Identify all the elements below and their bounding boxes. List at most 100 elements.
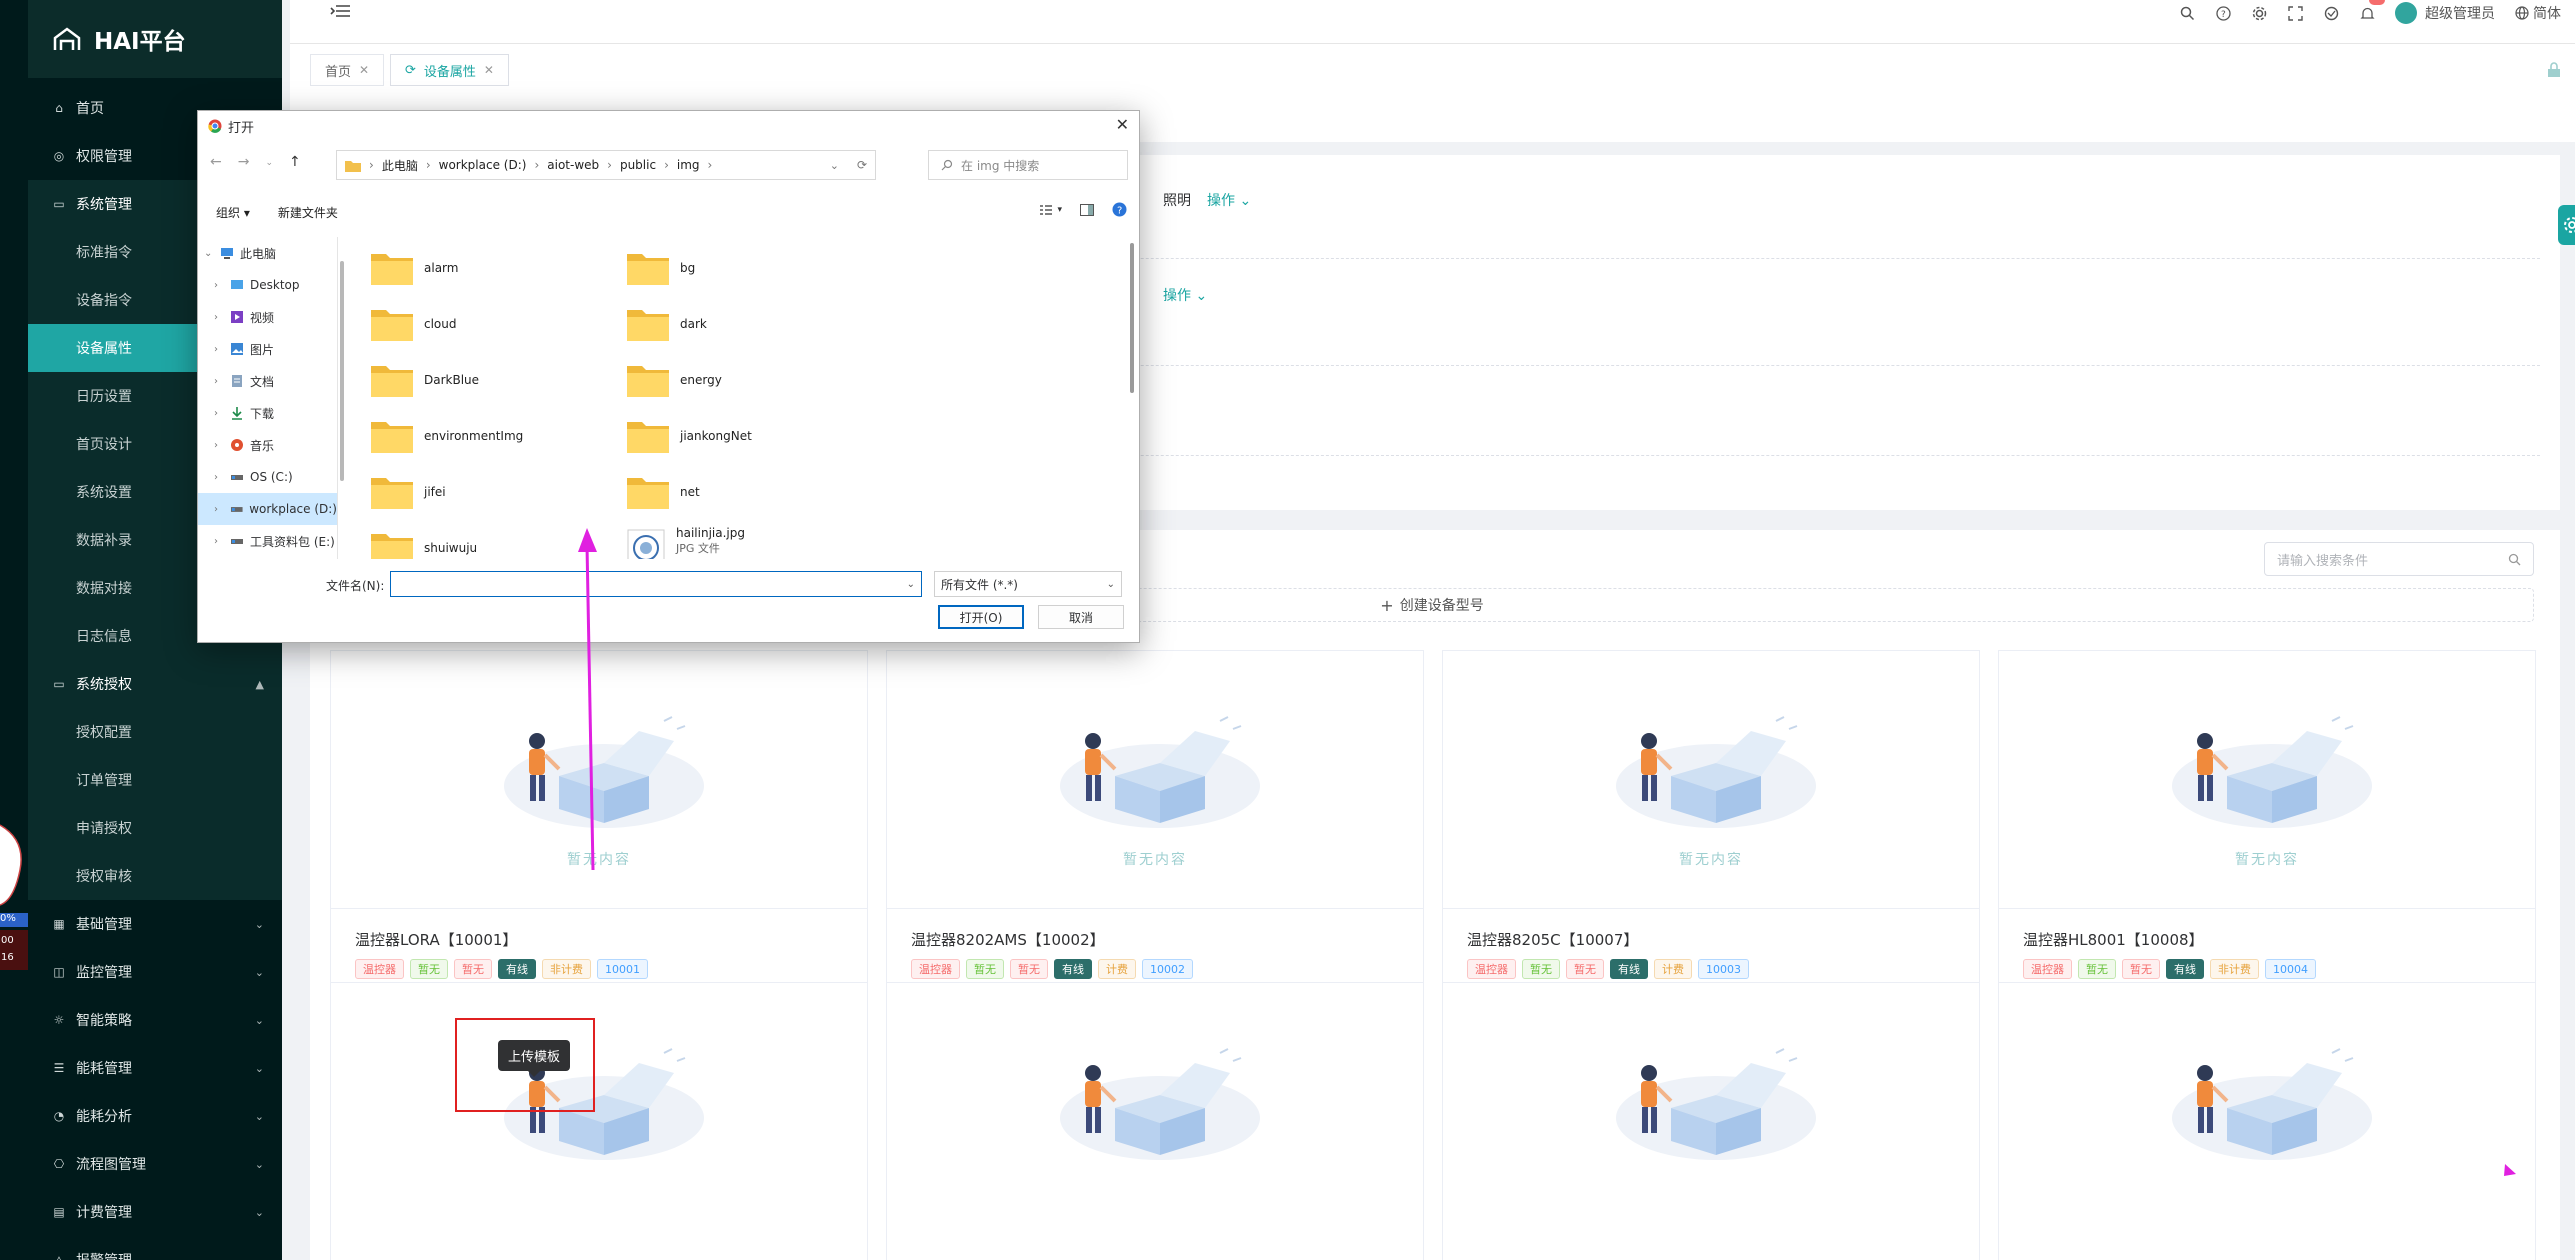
chevron-right-icon[interactable]: › [214, 312, 224, 323]
settings-icon[interactable] [2251, 5, 2267, 21]
tree-item[interactable]: › 视频 [198, 301, 337, 333]
path-breadcrumb[interactable]: › 此电脑 › workplace (D:) › aiot-web › public › img ›… [336, 150, 876, 180]
folder-search-input[interactable]: 在 img 中搜索 [928, 150, 1128, 180]
breadcrumb-item[interactable]: 此电脑 [382, 157, 418, 174]
search-icon[interactable] [2508, 553, 2521, 566]
chevron-down-icon: ⌄ [1106, 578, 1115, 590]
device-model-card[interactable] [1998, 982, 2536, 1260]
breadcrumb-separator: › [664, 158, 669, 172]
bell-icon[interactable] [2359, 0, 2385, 21]
search-icon[interactable] [2179, 5, 2195, 21]
tree-item[interactable]: › workplace (D:) [198, 493, 337, 525]
file-item[interactable]: dark [626, 303, 707, 345]
chevron-right-icon[interactable]: › [214, 536, 224, 547]
tree-item[interactable]: › 文档 [198, 365, 337, 397]
chevron-right-icon[interactable]: › [214, 504, 224, 515]
sidebar-item[interactable]: ☰ 能耗管理 ⌄ [28, 1044, 282, 1092]
file-item[interactable]: DarkBlue [370, 359, 479, 401]
sidebar-item[interactable]: ☼ 智能策略 ⌄ [28, 996, 282, 1044]
organize-menu[interactable]: 组织 ▾ [216, 204, 250, 221]
chevron-right-icon[interactable]: › [214, 472, 224, 483]
tree-item[interactable]: › OS (C:) [198, 461, 337, 493]
chevron-right-icon[interactable]: › [214, 344, 224, 355]
close-icon[interactable]: ✕ [484, 63, 494, 77]
operation-dropdown-2[interactable]: 操作 ⌄ [1163, 285, 1207, 305]
gear-icon[interactable] [2558, 205, 2575, 245]
file-item[interactable]: net [626, 471, 700, 513]
breadcrumb-item[interactable]: workplace (D:) [439, 158, 527, 172]
breadcrumb-item[interactable]: aiot-web [547, 158, 599, 172]
view-options-icon[interactable]: ▾ [1039, 204, 1062, 216]
sidebar-item[interactable]: ◫ 监控管理 ⌄ [28, 948, 282, 996]
operation-dropdown[interactable]: 操作 ⌄ [1207, 190, 1251, 210]
tree-item[interactable]: › 音乐 [198, 429, 337, 461]
app-logo[interactable]: HAI平台 [28, 0, 282, 78]
cancel-button[interactable]: 取消 [1038, 605, 1124, 629]
refresh-icon[interactable]: ⟳ [857, 158, 867, 172]
file-item[interactable]: shuiwuju [370, 527, 477, 559]
file-item[interactable]: jiankongNet [626, 415, 752, 457]
open-button[interactable]: 打开(O) [938, 605, 1024, 629]
chevron-right-icon[interactable]: › [214, 376, 224, 387]
file-item[interactable]: alarm [370, 247, 458, 289]
tree-scrollbar[interactable] [340, 261, 344, 481]
sidebar-item[interactable]: ⎔ 流程图管理 ⌄ [28, 1140, 282, 1188]
sidebar-item[interactable]: 授权审核 [28, 852, 282, 900]
sidebar-item[interactable]: 申请授权 [28, 804, 282, 852]
sidebar-item[interactable]: ◔ 能耗分析 ⌄ [28, 1092, 282, 1140]
file-name: jifei [424, 485, 446, 499]
file-item[interactable]: hailinjia.jpgJPG 文件40.0 KB [626, 526, 745, 559]
breadcrumb-item[interactable]: img [677, 158, 700, 172]
tab-device-attributes[interactable]: ⟳ 设备属性 ✕ [390, 54, 509, 86]
user-menu[interactable]: 超级管理员 [2395, 2, 2495, 24]
tab-home[interactable]: 首页 ✕ [310, 54, 385, 86]
menu-toggle-icon[interactable] [330, 4, 352, 22]
lock-icon[interactable] [2547, 62, 2561, 78]
device-model-card[interactable] [1442, 982, 1980, 1260]
file-item[interactable]: energy [626, 359, 722, 401]
breadcrumb-item[interactable]: public [620, 158, 656, 172]
file-item[interactable]: jifei [370, 471, 446, 513]
sidebar-item[interactable]: ▤ 计费管理 ⌄ [28, 1188, 282, 1236]
theme-icon[interactable] [2323, 5, 2339, 21]
file-list-scrollbar[interactable] [1130, 243, 1134, 393]
sidebar-item[interactable]: ◬ 报警管理 ⌄ [28, 1236, 282, 1260]
device-model-card[interactable] [330, 982, 868, 1260]
tree-item[interactable]: › 工具资料包 (E:) [198, 525, 337, 557]
refresh-icon[interactable]: ⟳ [405, 63, 416, 78]
fullscreen-icon[interactable] [2287, 5, 2303, 21]
sidebar-item[interactable]: ▭ 系统授权 ▲ [28, 660, 282, 708]
chevron-down-icon[interactable]: ⌄ [830, 159, 839, 172]
chevron-right-icon[interactable]: › [214, 408, 224, 419]
language-switch[interactable]: 简体 [2515, 3, 2561, 23]
search-input[interactable]: 请输入搜索条件 [2264, 542, 2534, 576]
close-icon[interactable]: ✕ [359, 63, 369, 77]
forward-icon[interactable]: → [238, 154, 250, 172]
new-folder-button[interactable]: 新建文件夹 [278, 204, 338, 221]
tree-item[interactable]: ⌄ 此电脑 [198, 237, 337, 269]
chevron-right-icon[interactable]: › [214, 280, 224, 291]
up-icon[interactable]: ↑ [289, 154, 301, 172]
close-icon[interactable]: ✕ [1116, 115, 1129, 134]
file-item[interactable]: environmentImg [370, 415, 523, 457]
help-icon[interactable]: ? [1112, 202, 1127, 217]
preview-pane-icon[interactable] [1080, 203, 1094, 216]
sidebar-item-label: 日历设置 [76, 389, 132, 405]
file-item[interactable]: bg [626, 247, 695, 289]
recent-icon[interactable]: ⌄ [265, 154, 273, 172]
sidebar-item[interactable]: 订单管理 [28, 756, 282, 804]
sidebar-item[interactable]: ▦ 基础管理 ⌄ [28, 900, 282, 948]
device-model-card[interactable] [886, 982, 1424, 1260]
file-item[interactable]: cloud [370, 303, 457, 345]
chevron-right-icon[interactable]: › [214, 440, 224, 451]
filetype-select[interactable]: 所有文件 (*.*) ⌄ [934, 571, 1122, 597]
tree-item[interactable]: › Desktop [198, 269, 337, 301]
sidebar-item[interactable]: 授权配置 [28, 708, 282, 756]
chevron-down-icon[interactable]: ⌄ [204, 248, 214, 259]
card-tag: 10004 [2265, 959, 2316, 979]
filename-input[interactable]: ⌄ [390, 571, 922, 597]
tree-item[interactable]: › 图片 [198, 333, 337, 365]
help-icon[interactable]: ? [2215, 5, 2231, 21]
tree-item[interactable]: › 下载 [198, 397, 337, 429]
back-icon[interactable]: ← [210, 154, 222, 172]
